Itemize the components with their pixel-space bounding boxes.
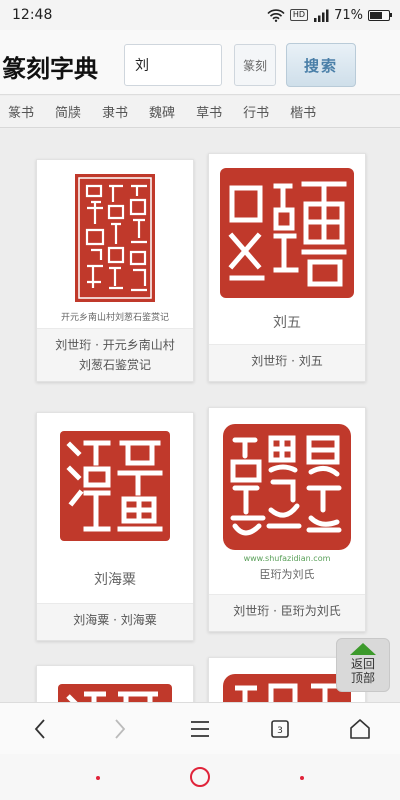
system-back-button[interactable] (300, 776, 304, 780)
seal-image (37, 666, 193, 702)
home-icon (350, 718, 370, 739)
caption-line: 刘世珩 · 臣珩为刘氏 (233, 604, 341, 618)
watermark: www.shufazidian.com (243, 554, 331, 563)
hamburger-menu-icon (191, 720, 209, 737)
battery-percent: 71% (334, 7, 363, 23)
battery-fill (370, 11, 383, 19)
status-icons: HD 71% (267, 7, 392, 23)
chevron-right-icon (115, 718, 126, 739)
tab-lishu[interactable]: 隶书 (102, 102, 128, 121)
status-bar: 12:48 HD 71% (0, 0, 400, 30)
tab-caoshu[interactable]: 草书 (196, 102, 222, 121)
seal-subtitle: 臣珩为刘氏 (259, 568, 315, 581)
caption-line: 刘世珩 · 开元乡南山村 (55, 338, 175, 352)
back-to-top-button[interactable]: 返回顶部 (336, 638, 390, 692)
arrow-up-icon (350, 643, 376, 655)
hd-icon: HD (289, 9, 309, 21)
card-caption: 刘海粟 · 刘海粟 (37, 603, 193, 640)
tab-count: 3 (277, 726, 283, 736)
site-header: 篆刻字典 篆刻 搜索 (0, 30, 400, 95)
battery-icon (368, 9, 392, 21)
seal-subtitle: 刘海粟 (94, 572, 136, 588)
seal-image: 刘海粟 (37, 413, 193, 603)
signal-icon (314, 9, 329, 22)
recent-apps-button[interactable] (96, 776, 100, 780)
card-caption: 刘世珩 · 刘五 (209, 344, 365, 381)
tab-xingshu[interactable]: 行书 (243, 102, 269, 121)
results-grid: 开元乡南山村刘葱石鉴赏记 刘世珩 · 开元乡南山村 刘葱石鉴赏记 刘五 刘世珩 … (0, 129, 400, 702)
seal-impression (223, 674, 351, 702)
tab-zhuanshu[interactable]: 篆书 (8, 102, 34, 121)
result-card[interactable] (36, 665, 194, 702)
site-logo[interactable]: 篆刻字典 (2, 49, 98, 84)
system-home-button[interactable] (190, 767, 210, 787)
seal-subtitle: 开元乡南山村刘葱石鉴赏记 (60, 313, 169, 323)
card-caption: 刘世珩 · 臣珩为刘氏 (209, 594, 365, 631)
chevron-left-icon (34, 718, 45, 739)
result-card[interactable]: 开元乡南山村刘葱石鉴赏记 刘世珩 · 开元乡南山村 刘葱石鉴赏记 (36, 159, 194, 382)
seal-impression (223, 424, 351, 550)
seal-image: www.shufazidian.com 臣珩为刘氏 (209, 408, 365, 594)
seal-impression (220, 168, 354, 298)
script-type-select[interactable]: 篆刻 (234, 44, 276, 86)
seal-impression (60, 431, 170, 541)
tabs-icon: 3 (271, 719, 289, 738)
caption-line: 刘葱石鉴赏记 (78, 358, 151, 372)
script-style-tabs: 篆书 简牍 隶书 魏碑 草书 行书 楷书 (0, 96, 400, 128)
seal-impression (58, 684, 172, 702)
caption-line: 刘世珩 · 刘五 (251, 354, 323, 368)
card-caption: 刘世珩 · 开元乡南山村 刘葱石鉴赏记 (37, 328, 193, 381)
tabs-button[interactable]: 3 (260, 709, 300, 749)
browser-toolbar: 3 (0, 702, 400, 754)
system-nav-bar (0, 754, 400, 800)
seal-image: 开元乡南山村刘葱石鉴赏记 (37, 160, 193, 328)
search-button[interactable]: 搜索 (286, 43, 356, 87)
menu-button[interactable] (180, 709, 220, 749)
back-to-top-label: 返回顶部 (350, 657, 375, 685)
tab-weibei[interactable]: 魏碑 (149, 102, 175, 121)
caption-line: 刘海粟 · 刘海粟 (73, 613, 157, 627)
result-card[interactable]: 刘海粟 刘海粟 · 刘海粟 (36, 412, 194, 641)
seal-image: 刘五 (209, 154, 365, 344)
back-button[interactable] (20, 709, 60, 749)
home-button[interactable] (340, 709, 380, 749)
seal-impression (75, 174, 155, 302)
tab-jiandu[interactable]: 简牍 (55, 102, 81, 121)
search-input[interactable] (124, 44, 222, 86)
result-card[interactable]: 刘五 刘世珩 · 刘五 (208, 153, 366, 382)
tab-kaishu[interactable]: 楷书 (290, 102, 316, 121)
forward-button[interactable] (100, 709, 140, 749)
result-card[interactable]: www.shufazidian.com 臣珩为刘氏 刘世珩 · 臣珩为刘氏 (208, 407, 366, 632)
wifi-icon (267, 8, 285, 22)
status-time: 12:48 (12, 7, 53, 23)
seal-subtitle: 刘五 (273, 315, 301, 331)
